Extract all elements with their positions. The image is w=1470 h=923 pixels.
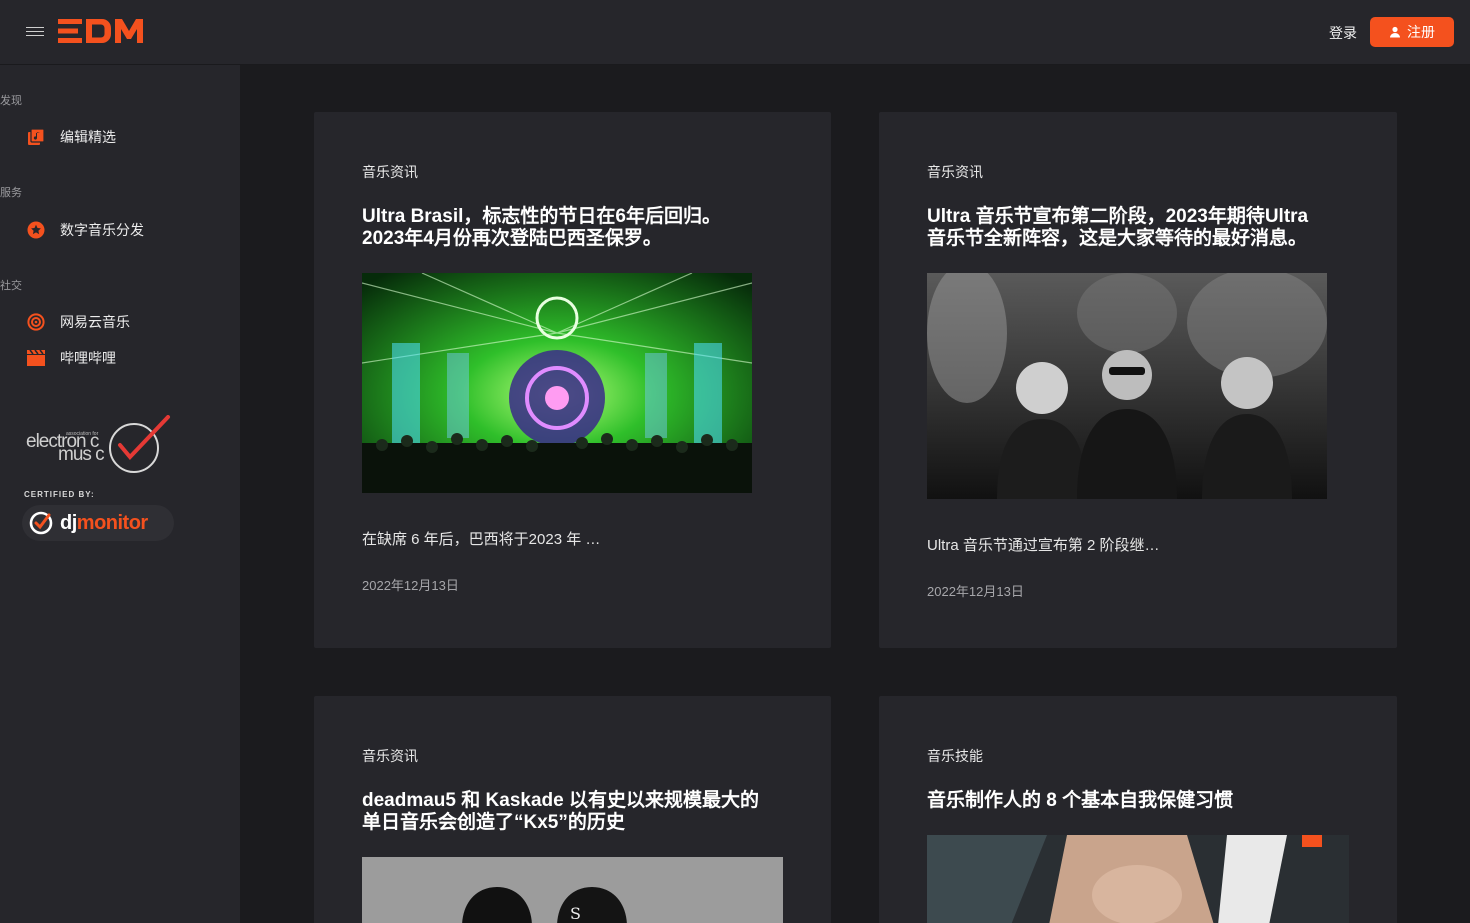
article-thumbnail[interactable]: S [362,857,783,923]
article-title-line: deadmau5 和 Kaskade 以有史以来规模最大的 [362,790,759,811]
dj-trio-photo-image [927,273,1327,499]
festival-stage-image [362,273,752,493]
editor-picks-icon [26,127,46,147]
article-title-line: 音乐制作人的 8 个基本自我保健习惯 [927,790,1234,811]
article-title-line: 音乐节全新阵容，这是大家等待的最好消息。 [927,228,1308,249]
article-title-line: 单日音乐会创造了“Kx5”的历史 [362,812,625,833]
article-title[interactable]: 音乐制作人的 8 个基本自我保健习惯 [927,790,1233,812]
sidebar-item-bilibili[interactable]: 哔哩哔哩 [26,347,116,369]
sidebar: 发现 编辑精选 服务 数字音乐分发 社交 网易云音乐 哔哩哔哩 electron… [0,65,240,923]
article-excerpt: Ultra 音乐节通过宣布第 2 阶段继… [927,537,1160,554]
producer-self-care-image [927,835,1349,923]
sidebar-item-netease[interactable]: 网易云音乐 [26,311,130,333]
register-label: 注册 [1407,24,1435,40]
sidebar-item-label: 哔哩哔哩 [60,350,116,366]
article-title-line: Ultra Brasil，标志性的节日在6年后回归。 [362,206,721,227]
article-date: 2022年12月13日 [362,578,459,593]
section-label-services: 服务 [0,187,22,199]
djmonitor-logo-part-monitor: monitor [76,511,148,534]
article-category[interactable]: 音乐资讯 [362,746,418,766]
article-category[interactable]: 音乐资讯 [927,162,983,182]
sidebar-item-label: 编辑精选 [60,129,116,145]
sidebar-item-label: 网易云音乐 [60,314,130,330]
sidebar-item-label: 数字音乐分发 [60,222,144,238]
djmonitor-badge[interactable]: djmonitor [22,505,174,541]
article-category[interactable]: 音乐资讯 [362,162,418,182]
article-title[interactable]: Ultra 音乐节宣布第二阶段，2023年期待Ultra 音乐节全新阵容，这是大… [927,206,1308,250]
article-thumbnail[interactable] [927,273,1327,499]
hamburger-menu-icon[interactable] [26,24,48,40]
netease-music-icon [26,312,46,332]
article-title-line: 2023年4月份再次登陆巴西圣保罗。 [362,228,662,249]
svg-text:association for: association for [66,431,99,437]
article-title-line: Ultra 音乐节宣布第二阶段，2023年期待Ultra [927,206,1309,227]
edm-logo[interactable] [58,17,150,45]
article-category[interactable]: 音乐技能 [927,746,983,766]
section-label-discover: 发现 [0,95,22,107]
sidebar-item-music-distribution[interactable]: 数字音乐分发 [26,219,144,241]
deadmau5-kaskade-photo-image: S [362,857,783,923]
article-title[interactable]: deadmau5 和 Kaskade 以有史以来规模最大的 单日音乐会创造了“K… [362,790,759,834]
svg-text:mus c: mus c [58,444,104,465]
article-thumbnail[interactable] [362,273,752,493]
article-date: 2022年12月13日 [927,584,1024,599]
article-thumbnail[interactable] [927,835,1349,923]
article-title[interactable]: Ultra Brasil，标志性的节日在6年后回归。 2023年4月份再次登陆巴… [362,206,721,250]
article-card[interactable]: 音乐资讯 Ultra 音乐节宣布第二阶段，2023年期待Ultra 音乐节全新阵… [879,112,1397,648]
login-link[interactable]: 登录 [1329,23,1357,43]
sidebar-item-editor-picks[interactable]: 编辑精选 [26,126,116,148]
top-bar: 登录 注册 [0,0,1470,65]
article-card[interactable]: 音乐资讯 deadmau5 和 Kaskade 以有史以来规模最大的 单日音乐会… [314,696,831,923]
star-badge-icon [26,220,46,240]
djmonitor-check-icon [29,511,53,535]
djmonitor-logo-part-dj: dj [60,511,77,534]
electronic-music-association-badge: electron c mus c association for [26,415,170,473]
article-card[interactable]: 音乐资讯 Ultra Brasil，标志性的节日在6年后回归。 2023年4月份… [314,112,831,648]
djmonitor-logo: djmonitor [60,512,148,535]
svg-text:S: S [570,904,581,923]
register-button[interactable]: 注册 [1370,17,1454,47]
article-card[interactable]: 音乐技能 音乐制作人的 8 个基本自我保健习惯 [879,696,1397,923]
bilibili-clapper-icon [26,348,46,368]
user-icon [1390,26,1400,38]
article-excerpt: 在缺席 6 年后，巴西将于2023 年 … [362,531,601,548]
certified-by-label: CERTIFIED BY: [24,490,95,499]
section-label-social: 社交 [0,280,22,292]
